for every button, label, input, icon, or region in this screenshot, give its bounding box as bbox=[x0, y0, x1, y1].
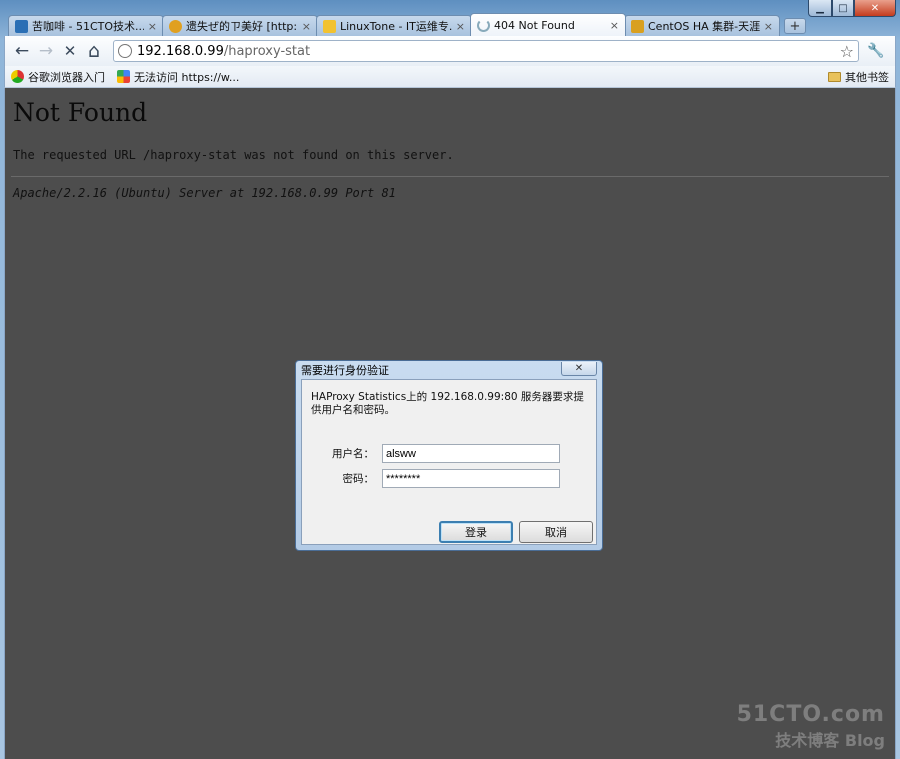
watermark-line2: 技术博客 Blog bbox=[775, 731, 885, 750]
tab-close-icon[interactable]: × bbox=[764, 20, 773, 33]
dialog-close-button[interactable]: ✕ bbox=[561, 361, 597, 376]
tab-centos-ha[interactable]: CentOS HA 集群-天涯... × bbox=[624, 15, 780, 36]
tab-blog[interactable]: 遗失ぜ的ㄗ美好 [http:... × bbox=[162, 15, 318, 36]
username-label: 用户名： bbox=[332, 448, 374, 460]
page-icon bbox=[118, 44, 132, 58]
hand-favicon bbox=[631, 19, 644, 33]
server-signature: Apache/2.2.16 (Ubuntu) Server at 192.168… bbox=[13, 186, 396, 200]
tab-label: 苦咖啡 - 51CTO技术... bbox=[32, 20, 144, 33]
bookmark-label: 谷歌浏览器入门 bbox=[28, 70, 105, 84]
tab-close-icon[interactable]: × bbox=[148, 20, 157, 33]
home-button[interactable]: ⌂ bbox=[83, 40, 105, 62]
dialog-message: HAProxy Statistics上的 192.168.0.99:80 服务器… bbox=[311, 391, 584, 416]
page-title: Not Found bbox=[13, 98, 148, 127]
error-message: The requested URL /haproxy-stat was not … bbox=[13, 148, 454, 162]
close-window-button[interactable]: ✕ bbox=[854, 0, 896, 17]
bookmarks-bar: 谷歌浏览器入门 无法访问 https://w... 其他书签 bbox=[4, 66, 896, 88]
toolbar: ← → ✕ ⌂ 192.168.0.99/haproxy-stat ☆ 🔧 bbox=[4, 36, 896, 66]
cancel-button[interactable]: 取消 bbox=[519, 521, 593, 543]
tab-close-icon[interactable]: × bbox=[456, 20, 465, 33]
dialog-title: 需要进行身份验证 bbox=[301, 363, 389, 377]
new-tab-button[interactable]: + bbox=[784, 18, 806, 34]
password-input[interactable]: ******** bbox=[382, 469, 560, 488]
minimize-button[interactable]: ▁ bbox=[808, 0, 832, 17]
tab-label: 遗失ぜ的ㄗ美好 [http:... bbox=[186, 20, 298, 33]
watermark-line1: 51CTO.com bbox=[736, 702, 885, 727]
tab-linuxtone[interactable]: LinuxTone - IT运维专... × bbox=[316, 15, 472, 36]
other-bookmarks-label: 其他书签 bbox=[845, 70, 889, 84]
tab-strip: 苦咖啡 - 51CTO技术... × 遗失ぜ的ㄗ美好 [http:... × L… bbox=[8, 13, 806, 36]
linuxtone-favicon bbox=[323, 19, 336, 33]
username-row: 用户名： alsww bbox=[302, 444, 560, 463]
auth-dialog: 需要进行身份验证 ✕ HAProxy Statistics上的 192.168.… bbox=[295, 360, 603, 551]
username-input[interactable]: alsww bbox=[382, 444, 560, 463]
back-button[interactable]: ← bbox=[11, 40, 33, 62]
bookmark-star-icon[interactable]: ☆ bbox=[840, 42, 854, 61]
bookmark-label: 无法访问 https://w... bbox=[134, 70, 240, 84]
watermark: 51CTO.com 技术博客 Blog bbox=[737, 702, 885, 751]
tab-51cto[interactable]: 苦咖啡 - 51CTO技术... × bbox=[8, 15, 164, 36]
bookmark-chrome-intro[interactable]: 谷歌浏览器入门 bbox=[11, 69, 105, 85]
maximize-button[interactable]: □ bbox=[832, 0, 854, 17]
other-bookmarks[interactable]: 其他书签 bbox=[828, 69, 889, 85]
dialog-titlebar: 需要进行身份验证 ✕ bbox=[301, 361, 597, 378]
divider bbox=[11, 176, 889, 177]
tab-404-not-found[interactable]: 404 Not Found × bbox=[470, 13, 626, 36]
password-label: 密码： bbox=[342, 473, 375, 485]
loading-spinner-icon bbox=[477, 18, 490, 32]
tab-close-icon[interactable]: × bbox=[610, 19, 619, 32]
star-favicon bbox=[169, 19, 182, 33]
tab-close-icon[interactable]: × bbox=[302, 20, 311, 33]
url-path: /haproxy-stat bbox=[223, 43, 311, 59]
forward-button[interactable]: → bbox=[35, 40, 57, 62]
window-controls: ▁ □ ✕ bbox=[808, 0, 896, 17]
chrome-icon bbox=[11, 70, 24, 83]
tab-label: CentOS HA 集群-天涯... bbox=[648, 20, 760, 33]
browser-window: ▁ □ ✕ 苦咖啡 - 51CTO技术... × 遗失ぜ的ㄗ美好 [http:.… bbox=[0, 0, 900, 759]
51cto-favicon bbox=[15, 19, 28, 33]
address-bar[interactable]: 192.168.0.99/haproxy-stat ☆ bbox=[113, 40, 859, 62]
login-button[interactable]: 登录 bbox=[439, 521, 513, 543]
tab-label: LinuxTone - IT运维专... bbox=[340, 20, 452, 33]
password-row: 密码： ******** bbox=[302, 469, 560, 488]
url-host: 192.168.0.99 bbox=[137, 43, 224, 59]
folder-icon bbox=[828, 71, 841, 82]
bookmark-unreachable[interactable]: 无法访问 https://w... bbox=[117, 69, 239, 85]
tab-label: 404 Not Found bbox=[494, 18, 575, 32]
wrench-icon[interactable]: 🔧 bbox=[865, 40, 887, 62]
stop-button[interactable]: ✕ bbox=[59, 40, 81, 62]
google-icon bbox=[117, 70, 130, 83]
